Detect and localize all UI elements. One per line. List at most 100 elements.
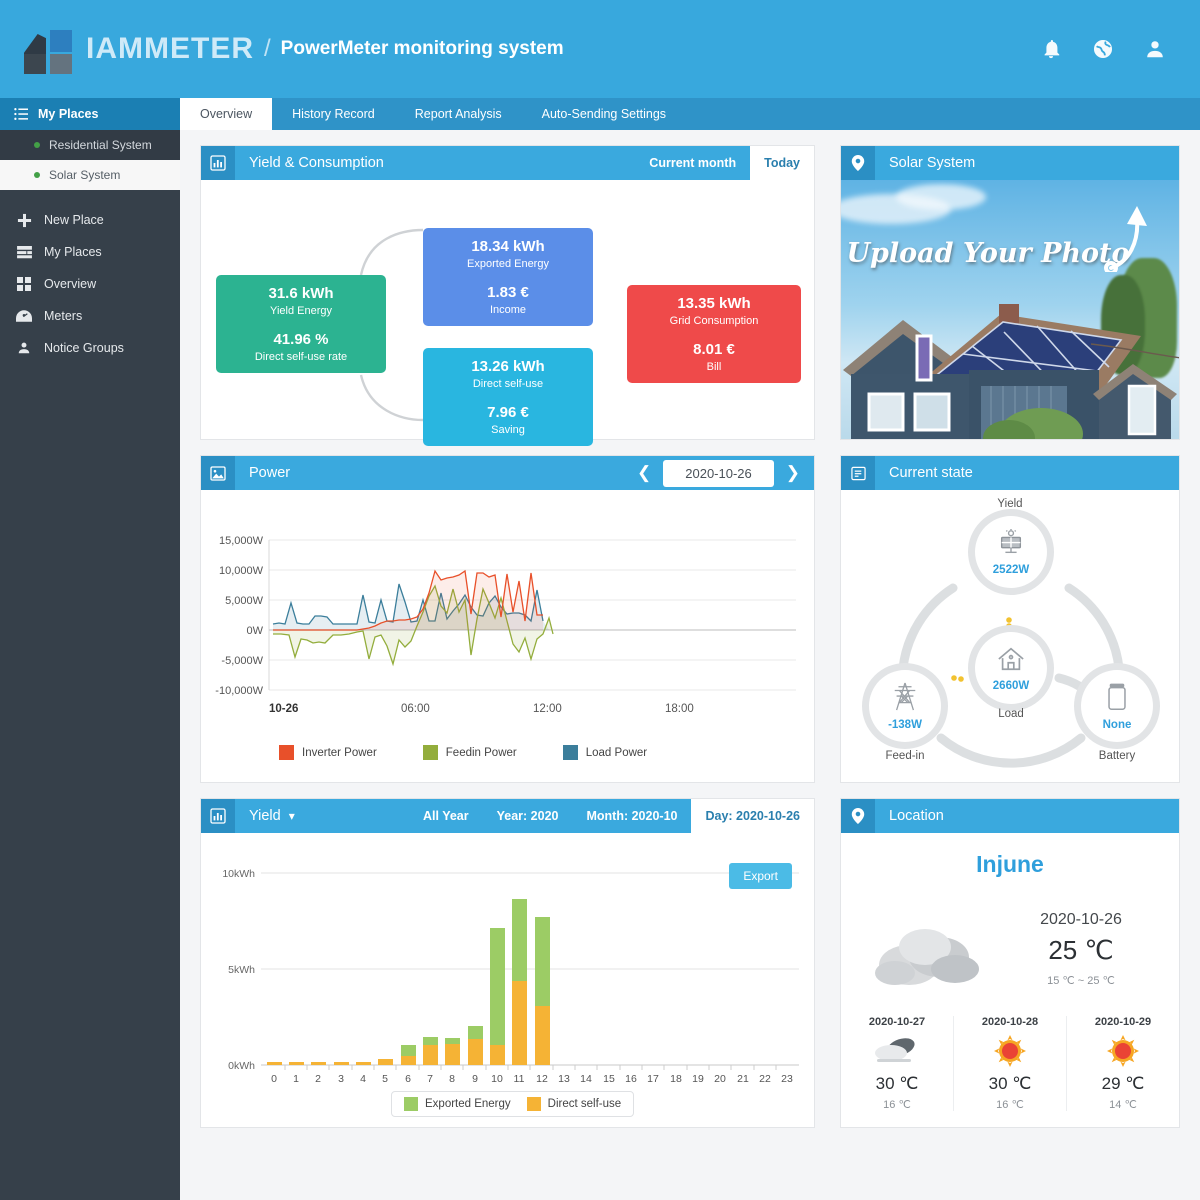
power-chart[interactable]: 15,000W 10,000W 5,000W 0W -5,000W -10,00… xyxy=(201,490,814,782)
forecast-day[interactable]: 2020-10-27 30 ℃ 16 ℃ xyxy=(841,1016,954,1111)
forecast-high: 30 ℃ xyxy=(954,1074,1066,1094)
legend-item-load-power[interactable]: Load Power xyxy=(563,745,647,760)
sidebar-item-new-place[interactable]: New Place xyxy=(0,204,180,236)
yield-bar-chart[interactable]: 10kWh 5kWh 0kWh xyxy=(201,833,814,1127)
sidebar-item-label: Overview xyxy=(44,277,96,291)
tab-overview[interactable]: Overview xyxy=(180,98,272,130)
tab-report-analysis[interactable]: Report Analysis xyxy=(395,98,522,130)
status-dot-icon xyxy=(34,142,40,148)
tab-auto-sending-settings[interactable]: Auto-Sending Settings xyxy=(522,98,686,130)
sidebar-item-label: New Place xyxy=(44,213,104,227)
svg-text:8: 8 xyxy=(449,1073,455,1085)
pylon-icon xyxy=(891,682,919,717)
sidebar-place-solar-system[interactable]: Solar System xyxy=(0,160,180,190)
list-icon xyxy=(14,246,34,259)
range-today-button[interactable]: Today xyxy=(750,146,814,180)
user-icon xyxy=(14,341,34,355)
card-direct-self-use[interactable]: 13.26 kWh Direct self-use 7.96 € Saving xyxy=(423,348,593,446)
node-yield[interactable]: 2522W xyxy=(975,516,1047,588)
node-value-feed-in: -138W xyxy=(888,719,922,731)
node-label-yield: Yield xyxy=(950,498,1070,510)
legend-swatch xyxy=(404,1097,418,1111)
current-state-header: Current state xyxy=(841,456,1179,490)
user-icon[interactable] xyxy=(1144,38,1166,60)
card-value: 13.26 kWh xyxy=(423,358,593,375)
svg-text:17: 17 xyxy=(647,1073,659,1085)
svg-text:1: 1 xyxy=(293,1073,299,1085)
bell-icon[interactable] xyxy=(1040,38,1062,60)
svg-text:10,000W: 10,000W xyxy=(219,565,264,577)
sidebar-place-residential-system[interactable]: Residential System xyxy=(0,130,180,160)
range-current-month-button[interactable]: Current month xyxy=(635,146,750,180)
range-all-year-button[interactable]: All Year xyxy=(409,799,483,833)
globe-icon[interactable] xyxy=(1092,38,1114,60)
sidebar-group-label: My Places xyxy=(38,107,98,121)
svg-text:11: 11 xyxy=(514,1073,525,1085)
grid-icon xyxy=(14,277,34,291)
prev-day-button[interactable]: ❮ xyxy=(637,463,651,483)
forecast-day[interactable]: 2020-10-28 3 xyxy=(954,1016,1067,1111)
date-display[interactable]: 2020-10-26 xyxy=(663,460,774,487)
forecast-day[interactable]: 2020-10-29 2 xyxy=(1067,1016,1179,1111)
svg-text:10: 10 xyxy=(491,1073,503,1085)
export-button[interactable]: Export xyxy=(729,863,792,889)
plus-icon xyxy=(14,213,34,228)
panel-title: Location xyxy=(889,808,944,824)
brand-name: IAMMETER xyxy=(86,32,254,66)
solar-panel-icon xyxy=(996,529,1026,562)
svg-text:06:00: 06:00 xyxy=(401,703,430,715)
sidebar-item-my-places[interactable]: My Places xyxy=(0,236,180,268)
solar-system-photo[interactable]: Upload Your Photo xyxy=(841,180,1179,440)
sidebar-place-label: Solar System xyxy=(49,168,120,182)
range-month-button[interactable]: Month: 2020-10 xyxy=(572,799,691,833)
card-label-secondary: Saving xyxy=(423,424,593,436)
legend-item-inverter-power[interactable]: Inverter Power xyxy=(279,745,377,760)
current-state-panel: Current state Yield xyxy=(840,455,1180,783)
power-chart-legend: Inverter Power Feedin Power Load Power xyxy=(279,745,693,760)
rain-icon xyxy=(841,1028,953,1074)
yield-consumption-header: Yield & Consumption Current month Today xyxy=(201,146,814,180)
chevron-down-icon[interactable]: ▾ xyxy=(289,809,295,823)
sidebar-item-label: Meters xyxy=(44,309,82,323)
svg-text:10kWh: 10kWh xyxy=(222,868,255,880)
card-grid-consumption[interactable]: 13.35 kWh Grid Consumption 8.01 € Bill xyxy=(627,285,801,383)
node-label-battery: Battery xyxy=(1057,750,1177,762)
svg-text:0kWh: 0kWh xyxy=(228,1060,255,1072)
svg-text:14: 14 xyxy=(580,1073,592,1085)
card-value: 13.35 kWh xyxy=(627,295,801,312)
range-day-button[interactable]: Day: 2020-10-26 xyxy=(691,799,814,833)
sidebar-item-label: Notice Groups xyxy=(44,341,124,355)
svg-text:21: 21 xyxy=(737,1073,749,1085)
node-load[interactable]: 2660W xyxy=(975,632,1047,704)
gauge-icon xyxy=(14,310,34,322)
tab-history-record[interactable]: History Record xyxy=(272,98,395,130)
panel-title: Yield xyxy=(249,808,281,824)
svg-text:0: 0 xyxy=(271,1073,277,1085)
next-day-button[interactable]: ❯ xyxy=(786,463,800,483)
city-name: Injune xyxy=(841,851,1179,878)
brand-logo[interactable]: IAMMETER xyxy=(24,24,254,74)
iammeter-logo-icon xyxy=(24,24,78,74)
status-dot-icon xyxy=(34,172,40,178)
sidebar-item-overview[interactable]: Overview xyxy=(0,268,180,300)
sidebar-item-meters[interactable]: Meters xyxy=(0,300,180,332)
card-yield-energy[interactable]: 31.6 kWh Yield Energy 41.96 % Direct sel… xyxy=(216,275,386,373)
svg-text:5kWh: 5kWh xyxy=(228,964,255,976)
upload-arrow-icon xyxy=(1099,202,1155,272)
legend-swatch xyxy=(527,1097,541,1111)
location-header: Location xyxy=(841,799,1179,833)
node-label-load: Load xyxy=(951,708,1071,720)
sidebar-group-my-places[interactable]: My Places xyxy=(0,98,180,130)
range-year-button[interactable]: Year: 2020 xyxy=(483,799,573,833)
panel-title: Power xyxy=(249,465,290,481)
legend-swatch xyxy=(563,745,578,760)
legend-label-exported-energy: Exported Energy xyxy=(425,1098,511,1110)
node-battery[interactable]: None xyxy=(1081,670,1153,742)
svg-text:3: 3 xyxy=(338,1073,344,1085)
power-header: Power ❮ 2020-10-26 ❯ xyxy=(201,456,814,490)
yield-bar-chart-svg: 10kWh 5kWh 0kWh xyxy=(201,833,814,1127)
card-exported-energy[interactable]: 18.34 kWh Exported Energy 1.83 € Income xyxy=(423,228,593,326)
legend-item-feedin-power[interactable]: Feedin Power xyxy=(423,745,517,760)
node-feed-in[interactable]: -138W xyxy=(869,670,941,742)
sidebar-item-notice-groups[interactable]: Notice Groups xyxy=(0,332,180,364)
